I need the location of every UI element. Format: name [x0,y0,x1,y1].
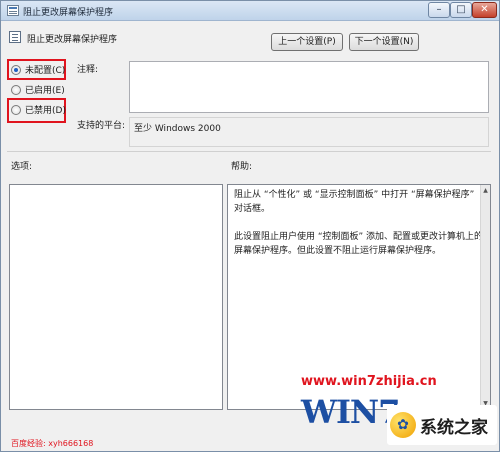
policy-dialog: 阻止更改屏幕保护程序 – □ ✕ 阻止更改屏幕保护程序 上一个设置(P) 下一个… [0,0,500,452]
scroll-up-icon[interactable]: ▲ [482,186,489,195]
help-section-label: 帮助: [231,162,253,172]
policy-app-icon [7,5,19,16]
radio-disabled[interactable] [11,104,21,115]
option-enabled-label: 已启用(E) [25,86,65,96]
section-divider [7,151,491,152]
minimize-button[interactable]: – [428,2,450,18]
option-disabled-label: 已禁用(D) [25,106,66,116]
watermark-site-name: 系统之家 [420,417,488,438]
platform-label: 支持的平台: [77,121,126,131]
watermark-url: www.win7zhijia.cn [301,374,437,389]
radio-enabled[interactable] [11,84,21,95]
supported-platform-value: 至少 Windows 2000 [134,124,221,134]
option-disabled[interactable]: 已禁用(D) [11,103,66,116]
options-section-label: 选项: [11,162,33,172]
help-scrollbar[interactable]: ▲ ▼ [480,185,490,409]
baidu-experience-note: 百度经验: xyh666168 [11,439,94,448]
close-button[interactable]: ✕ [472,2,497,18]
policy-setting-icon [9,31,21,43]
policy-name: 阻止更改屏幕保护程序 [27,35,118,45]
help-paragraph-2: 此设置阻止用户使用 “控制面板” 添加、配置或更改计算机上的屏幕保护程序。但此设… [234,232,484,256]
option-not-configured[interactable]: 未配置(C) [11,63,65,76]
option-enabled[interactable]: 已启用(E) [11,83,65,96]
window-title: 阻止更改屏幕保护程序 [23,8,114,18]
previous-setting-button[interactable]: 上一个设置(P) [271,33,343,51]
option-not-configured-label: 未配置(C) [25,66,66,76]
title-bar: 阻止更改屏幕保护程序 – □ ✕ [1,1,499,21]
flower-icon: ✿ [390,412,416,438]
comment-textarea[interactable] [129,61,489,113]
next-setting-button[interactable]: 下一个设置(N) [349,33,419,51]
help-paragraph-1: 阻止从 “个性化” 或 “显示控制面板” 中打开 “屏幕保护程序” 对话框。 [234,190,475,214]
supported-platform-box: 至少 Windows 2000 [129,117,489,147]
comment-label: 注释: [77,65,99,75]
help-content: 阻止从 “个性化” 或 “显示控制面板” 中打开 “屏幕保护程序” 对话框。 此… [228,185,490,275]
maximize-button[interactable]: □ [450,2,472,18]
watermark-logo: WIN7 [301,393,400,431]
radio-not-configured[interactable] [11,64,21,75]
options-panel [9,184,223,410]
watermark-site-badge: ✿ 系统之家 [387,405,497,445]
